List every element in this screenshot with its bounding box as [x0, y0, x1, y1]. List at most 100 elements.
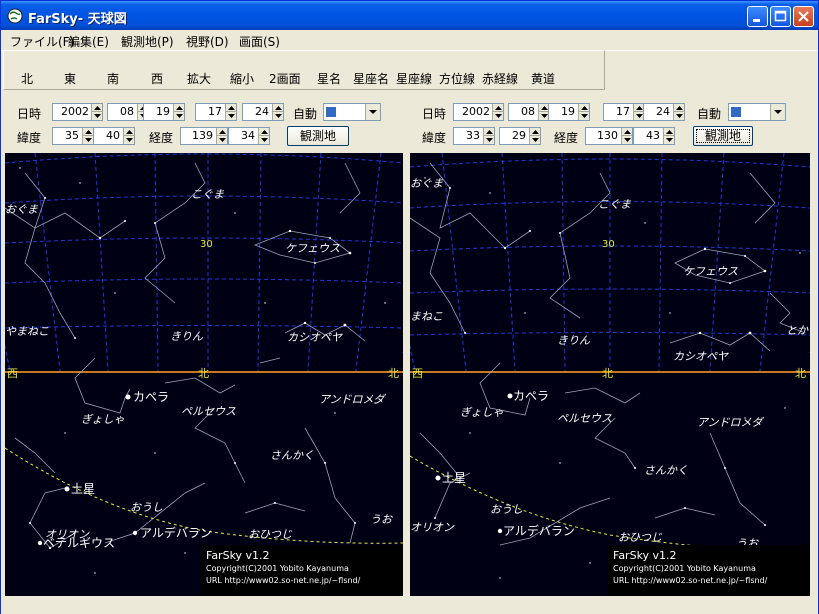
- spin-up-button[interactable]: [492, 104, 503, 112]
- minimize-button[interactable]: [747, 6, 768, 27]
- lat-min-input[interactable]: [96, 129, 120, 142]
- tool-zoom-out[interactable]: 縮小: [230, 70, 254, 87]
- lon-deg-input[interactable]: [588, 129, 618, 142]
- spin-down-button[interactable]: [578, 112, 589, 120]
- menu-edit[interactable]: 編集(E): [68, 33, 109, 50]
- lat-deg-stepper[interactable]: [453, 127, 495, 145]
- tool-dual-screen[interactable]: 2画面: [269, 70, 301, 87]
- lon-deg-input[interactable]: [183, 129, 213, 142]
- spin-down-button[interactable]: [492, 112, 503, 120]
- year-input[interactable]: [456, 105, 490, 118]
- hour-stepper[interactable]: [195, 103, 237, 121]
- minute-input[interactable]: [245, 105, 269, 118]
- spin-down-button[interactable]: [225, 112, 236, 120]
- star-saturn[interactable]: [64, 486, 70, 492]
- observe-location-button[interactable]: 観測地: [287, 126, 349, 146]
- day-stepper[interactable]: [143, 103, 185, 121]
- spin-up-button[interactable]: [663, 128, 674, 136]
- star-capella[interactable]: [125, 394, 131, 400]
- tool-east[interactable]: 東: [64, 70, 76, 87]
- auto-select[interactable]: [323, 103, 381, 121]
- spin-up-button[interactable]: [216, 128, 227, 136]
- spin-up-button[interactable]: [621, 128, 632, 136]
- hour-stepper[interactable]: [603, 103, 645, 121]
- lon-min-stepper[interactable]: [228, 127, 270, 145]
- spin-down-button[interactable]: [663, 136, 674, 144]
- lat-deg-stepper[interactable]: [52, 127, 94, 145]
- tool-west[interactable]: 西: [151, 70, 163, 87]
- auto-select[interactable]: [728, 103, 786, 121]
- sky-view-left[interactable]: こぐま おぐま ケフェウス やまねこ きりん カシオペヤ ぎょしゃ ペルセウス …: [5, 153, 403, 596]
- menu-screen[interactable]: 画面(S): [239, 33, 280, 50]
- month-stepper[interactable]: [508, 103, 550, 121]
- spin-down-button[interactable]: [123, 136, 134, 144]
- hour-input[interactable]: [198, 105, 222, 118]
- spin-up-button[interactable]: [225, 104, 236, 112]
- tool-ecliptic[interactable]: 黄道: [531, 70, 555, 87]
- tool-north[interactable]: 北: [21, 70, 33, 87]
- spin-down-button[interactable]: [91, 112, 102, 120]
- spin-down-button[interactable]: [673, 112, 684, 120]
- title-bar[interactable]: FarSky- 天球図: [1, 1, 818, 30]
- month-input[interactable]: [511, 105, 535, 118]
- spin-down-button[interactable]: [272, 112, 283, 120]
- tool-constellation-names[interactable]: 星座名: [353, 70, 389, 87]
- lat-deg-input[interactable]: [55, 129, 79, 142]
- spin-up-button[interactable]: [123, 128, 134, 136]
- hour-input[interactable]: [606, 105, 630, 118]
- lon-deg-stepper[interactable]: [585, 127, 633, 145]
- month-input[interactable]: [110, 105, 134, 118]
- maximize-button[interactable]: [770, 6, 791, 27]
- spin-up-button[interactable]: [483, 128, 494, 136]
- year-stepper[interactable]: [453, 103, 504, 121]
- minute-input[interactable]: [646, 105, 670, 118]
- day-stepper[interactable]: [548, 103, 590, 121]
- menu-location[interactable]: 観測地(P): [121, 33, 174, 50]
- spin-down-button[interactable]: [173, 112, 184, 120]
- star-chart-left[interactable]: こぐま おぐま ケフェウス やまねこ きりん カシオペヤ ぎょしゃ ペルセウス …: [5, 153, 403, 596]
- day-input[interactable]: [551, 105, 575, 118]
- menu-file[interactable]: ファイル(F): [10, 33, 74, 50]
- day-input[interactable]: [146, 105, 170, 118]
- observe-location-button[interactable]: 観測地: [693, 126, 753, 146]
- lat-min-stepper[interactable]: [499, 127, 541, 145]
- spin-down-button[interactable]: [529, 136, 540, 144]
- tool-south[interactable]: 南: [107, 70, 119, 87]
- spin-up-button[interactable]: [258, 128, 269, 136]
- lat-deg-input[interactable]: [456, 129, 480, 142]
- year-input[interactable]: [55, 105, 89, 118]
- menu-view[interactable]: 視野(D): [186, 33, 229, 50]
- spin-up-button[interactable]: [578, 104, 589, 112]
- star-capella[interactable]: [507, 393, 513, 399]
- spin-down-button[interactable]: [483, 136, 494, 144]
- spin-up-button[interactable]: [82, 128, 93, 136]
- star-betelgeuse[interactable]: [37, 540, 43, 546]
- lat-min-stepper[interactable]: [93, 127, 135, 145]
- lon-deg-stepper[interactable]: [180, 127, 228, 145]
- spin-up-button[interactable]: [529, 128, 540, 136]
- year-stepper[interactable]: [52, 103, 103, 121]
- lon-min-input[interactable]: [231, 129, 255, 142]
- star-saturn[interactable]: [435, 475, 441, 481]
- tool-zoom-in[interactable]: 拡大: [187, 70, 211, 87]
- sky-view-right[interactable]: おぐま こぐま ケフェウス まねこ きりん カシオペヤ とか ぎょしゃ ペルセウ…: [410, 153, 810, 596]
- spin-up-button[interactable]: [272, 104, 283, 112]
- lon-min-input[interactable]: [636, 129, 660, 142]
- star-aldebaran[interactable]: [132, 530, 138, 536]
- spin-up-button[interactable]: [91, 104, 102, 112]
- spin-down-button[interactable]: [82, 136, 93, 144]
- lon-min-stepper[interactable]: [633, 127, 675, 145]
- spin-down-button[interactable]: [621, 136, 632, 144]
- minute-stepper[interactable]: [242, 103, 284, 121]
- minute-stepper[interactable]: [643, 103, 685, 121]
- lat-min-input[interactable]: [502, 129, 526, 142]
- tool-constellation-lines[interactable]: 星座線: [396, 70, 432, 87]
- close-button[interactable]: [793, 6, 814, 27]
- star-chart-right[interactable]: おぐま こぐま ケフェウス まねこ きりん カシオペヤ とか ぎょしゃ ペルセウ…: [410, 153, 810, 596]
- star-aldebaran[interactable]: [497, 528, 503, 534]
- tool-ra-lines[interactable]: 赤経線: [482, 70, 518, 87]
- spin-up-button[interactable]: [173, 104, 184, 112]
- spin-up-button[interactable]: [673, 104, 684, 112]
- spin-down-button[interactable]: [216, 136, 227, 144]
- spin-down-button[interactable]: [258, 136, 269, 144]
